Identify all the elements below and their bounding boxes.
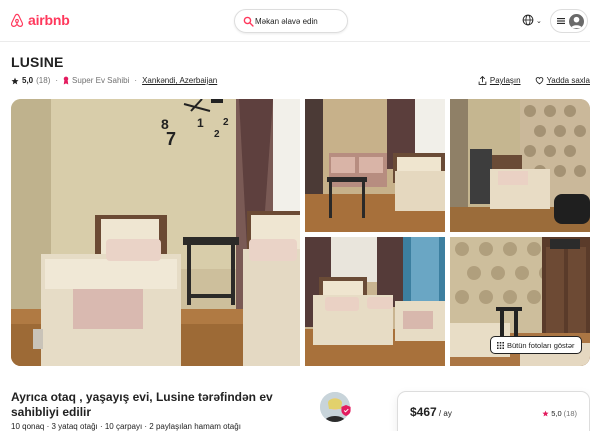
- svg-text:1: 1: [197, 116, 204, 130]
- globe-icon[interactable]: [522, 14, 534, 26]
- separator: ·: [134, 76, 138, 85]
- card-review-count[interactable]: (18): [564, 409, 577, 418]
- photo-3[interactable]: [450, 99, 590, 232]
- bedroom-twin-beds-image: 8 1 7 2 2: [11, 99, 300, 366]
- top-nav: airbnb Məkan əlavə edin ⌄: [0, 0, 590, 42]
- star-icon: [11, 77, 19, 84]
- separator: ·: [55, 76, 59, 85]
- location-link[interactable]: Xankəndi, Azerbaijan: [142, 76, 217, 85]
- save-label: Yadda saxla: [546, 76, 590, 85]
- airbnb-logo-icon: [10, 13, 24, 27]
- card-rating-value: 5,0: [551, 409, 562, 418]
- card-rating: 5,0 (18): [542, 409, 577, 418]
- price: $467 / ay: [410, 405, 452, 419]
- svg-text:7: 7: [166, 129, 176, 149]
- share-label: Paylaşın: [489, 76, 521, 85]
- rating-value: 5,0: [22, 76, 34, 85]
- listing-meta: 5,0 (18) · Super Ev Sahibi · Xankəndi, A…: [11, 76, 217, 85]
- photo-4[interactable]: [305, 237, 445, 366]
- show-all-photos-button[interactable]: Bütün fotoları göstər: [490, 336, 582, 354]
- svg-text:2: 2: [214, 129, 220, 140]
- svg-text:2: 2: [223, 117, 229, 128]
- menu-icon: [557, 18, 565, 24]
- brand-name: airbnb: [28, 12, 70, 28]
- share-button[interactable]: Paylaşın: [478, 76, 521, 85]
- user-menu-button[interactable]: [550, 9, 588, 33]
- share-icon: [478, 76, 487, 85]
- bedroom-fridge-image: [450, 99, 590, 232]
- search-icon: [243, 16, 254, 27]
- listing-title: LUSINE: [11, 54, 64, 70]
- heart-icon: [535, 77, 543, 85]
- show-all-label: Bütün fotoları göstər: [507, 340, 575, 350]
- price-period: / ay: [436, 409, 452, 418]
- chevron-down-icon: ⌄: [536, 18, 542, 25]
- booking-card: $467 / ay 5,0 (18): [397, 391, 590, 431]
- listing-actions: Paylaşın Yadda saxla: [478, 76, 590, 85]
- save-button[interactable]: Yadda saxla: [535, 76, 590, 85]
- review-count[interactable]: (18): [36, 76, 50, 85]
- user-avatar-icon: [569, 13, 584, 29]
- search-bar[interactable]: Məkan əlavə edin: [234, 9, 348, 33]
- listing-details: 10 qonaq · 3 yataq otağı · 10 çarpayı · …: [11, 422, 241, 431]
- bedroom-window-image: [305, 237, 445, 366]
- price-value: $467: [410, 405, 437, 419]
- superhost-badge-icon: [341, 405, 351, 416]
- superhost-label: Super Ev Sahibi: [72, 76, 130, 85]
- grid-icon: [497, 341, 504, 349]
- superhost-icon: [63, 76, 69, 85]
- bedroom-sofa-image: [305, 99, 445, 232]
- listing-headline: Ayrıca otaq , yaşayış evi, Lusine tərəfi…: [11, 390, 273, 419]
- star-icon: [542, 410, 549, 417]
- search-placeholder: Məkan əlavə edin: [255, 16, 318, 26]
- photo-main[interactable]: 8 1 7 2 2: [11, 99, 300, 366]
- airbnb-logo[interactable]: airbnb: [10, 12, 70, 28]
- photo-2[interactable]: [305, 99, 445, 232]
